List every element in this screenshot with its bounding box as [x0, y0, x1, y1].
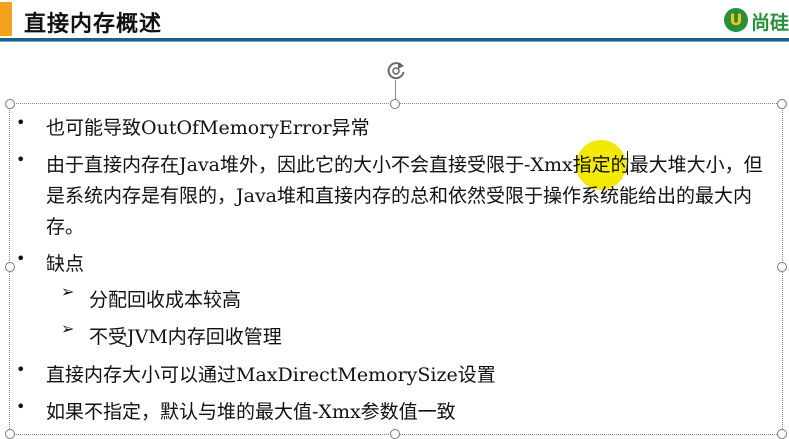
- list-item-text: 不受JVM内存回收管理: [89, 326, 282, 348]
- list-item: • 缺点: [16, 249, 776, 280]
- resize-handle-top-right[interactable]: [777, 99, 787, 109]
- resize-handle-middle-right[interactable]: [777, 262, 787, 272]
- rotate-handle-stem: [395, 80, 396, 100]
- list-item-text: 也可能导致OutOfMemoryError异常: [46, 117, 370, 139]
- text-cursor: [627, 151, 628, 175]
- list-item: • 如果不指定，默认与堆的最大值-Xmx参数值一致: [16, 397, 776, 428]
- list-item: • 直接内存大小可以通过MaxDirectMemorySize设置: [16, 360, 776, 391]
- list-item-text: 缺点: [46, 253, 85, 275]
- arrow-bullet-icon: ➢: [61, 282, 75, 301]
- logo-icon: U: [724, 8, 748, 32]
- bullet-marker: •: [16, 397, 26, 416]
- arrow-bullet-icon: ➢: [61, 319, 75, 338]
- list-item: • 也可能导致OutOfMemoryError异常: [16, 113, 776, 144]
- logo-text: 尚硅: [751, 12, 789, 34]
- laser-pointer: [576, 140, 626, 190]
- bullet-marker: •: [16, 249, 26, 268]
- title-bar: 直接内存概述: [0, 0, 789, 38]
- list-item-text: 分配回收成本较高: [89, 289, 242, 311]
- page-title: 直接内存概述: [24, 12, 163, 37]
- resize-handle-top-center[interactable]: [390, 99, 400, 109]
- resize-handle-middle-left[interactable]: [5, 262, 15, 272]
- title-accent-bar: [0, 2, 12, 36]
- bullet-marker: •: [16, 360, 26, 379]
- list-item-text: 直接内存大小可以通过MaxDirectMemorySize设置: [46, 364, 496, 386]
- list-item-text: 如果不指定，默认与堆的最大值-Xmx参数值一致: [46, 401, 456, 423]
- bullet-marker: •: [16, 113, 26, 132]
- list-item: • 由于直接内存在Java堆外，因此它的大小不会直接受限于-Xmx指定的最大堆大…: [16, 150, 776, 243]
- logo: U 尚硅: [724, 4, 789, 38]
- sub-list-item: ➢ 分配回收成本较高: [16, 282, 776, 319]
- resize-handle-top-left[interactable]: [5, 99, 15, 109]
- title-divider-thin: [0, 41, 789, 42]
- bullet-list[interactable]: • 也可能导致OutOfMemoryError异常 • 由于直接内存在Java堆…: [16, 113, 776, 428]
- rotate-icon[interactable]: [385, 60, 407, 82]
- bullet-marker: •: [16, 150, 26, 169]
- sub-list-item: ➢ 不受JVM内存回收管理: [16, 319, 776, 356]
- list-item-text: 由于直接内存在Java堆外，因此它的大小不会直接受限于-Xmx指定的最大堆大小，…: [46, 154, 763, 238]
